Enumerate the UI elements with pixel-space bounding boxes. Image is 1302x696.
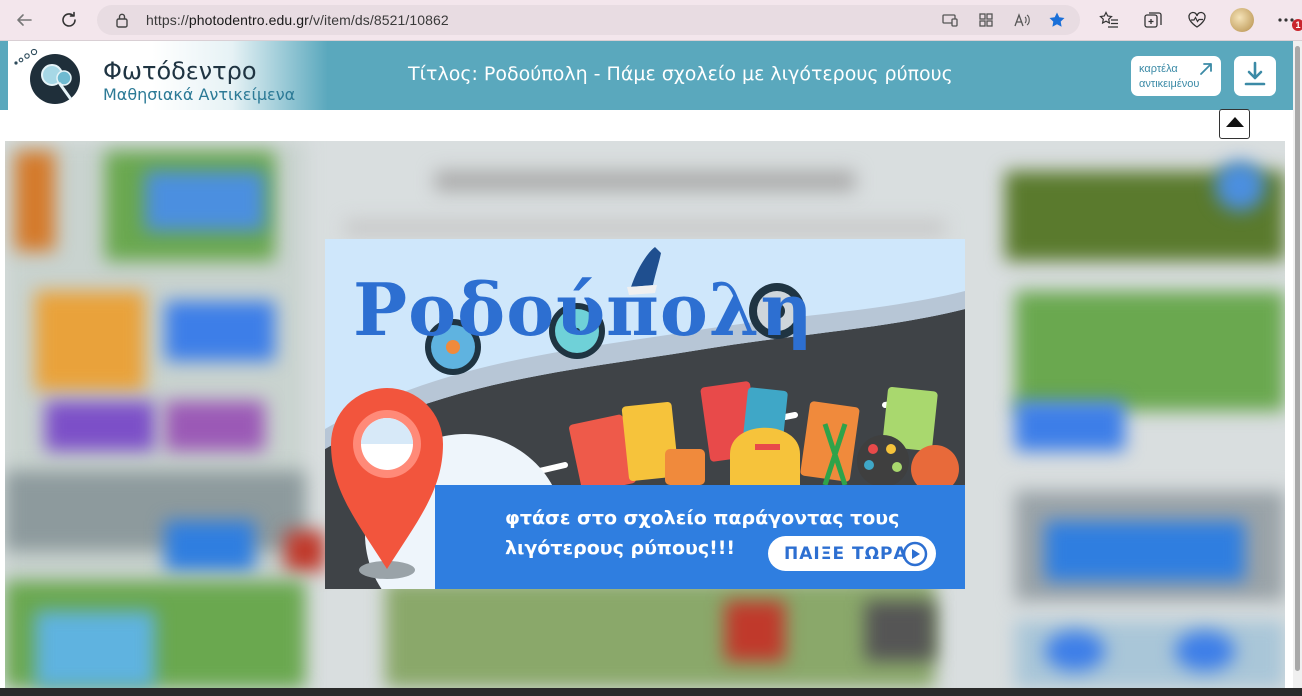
game-splash-card: Ροδούπολη φτάσε στο σχολείο παράγοντας τ… [325, 239, 965, 589]
browser-toolbar: https://photodentro.edu.gr/v/item/ds/852… [0, 0, 1302, 41]
logo-leaves-icon [14, 48, 38, 65]
favorites-list-icon[interactable] [1099, 10, 1119, 30]
taskbar-edge [0, 688, 1302, 696]
read-aloud-icon[interactable] [1013, 12, 1031, 28]
item-card-label-2: αντικειμένου [1139, 78, 1200, 90]
external-arrow-icon [1199, 62, 1213, 81]
play-now-label: ΠΑΙΞΕ ΤΩΡΑ [784, 544, 908, 564]
collapse-header-button[interactable] [1219, 109, 1250, 139]
site-logo[interactable]: Φωτόδεντρο Μαθησιακά Αντικείμενα [8, 41, 328, 110]
site-header: Φωτόδεντρο Μαθησιακά Αντικείμενα Τίτλος:… [0, 41, 1293, 110]
play-now-button[interactable]: ΠΑΙΞΕ ΤΩΡΑ [768, 536, 936, 571]
address-bar[interactable]: https://photodentro.edu.gr/v/item/ds/852… [97, 5, 1080, 35]
favorite-star-icon[interactable] [1048, 12, 1066, 28]
heart-pulse-icon[interactable] [1187, 10, 1207, 30]
item-card-label-1: καρτέλα [1139, 63, 1178, 75]
triangle-up-icon [1225, 115, 1245, 133]
game-title: Ροδούπολη [353, 267, 814, 352]
url-text[interactable]: https://photodentro.edu.gr/v/item/ds/852… [146, 12, 449, 28]
download-button[interactable] [1234, 56, 1276, 96]
lock-icon[interactable] [115, 12, 129, 33]
profile-avatar[interactable] [1230, 8, 1254, 32]
scrollbar-thumb[interactable] [1295, 46, 1300, 671]
page-title: Τίτλος: Ροδούπολη - Πάμε σχολείο με λιγό… [408, 63, 953, 85]
back-icon[interactable] [12, 8, 36, 32]
screen-cast-icon[interactable] [941, 12, 959, 28]
apps-grid-icon[interactable] [977, 12, 995, 28]
download-icon [1243, 60, 1267, 93]
logo-subtitle: Μαθησιακά Αντικείμενα [103, 85, 296, 104]
refresh-icon[interactable] [57, 8, 81, 32]
logo-title: Φωτόδεντρο [103, 57, 257, 85]
play-circle-icon [902, 541, 928, 572]
item-card-button[interactable]: καρτέλα αντικειμένου [1131, 56, 1221, 96]
collections-icon[interactable] [1143, 10, 1163, 30]
tagline-line-2: λιγότερους ρύπους!!! [505, 537, 736, 559]
tagline-line-1: φτάσε στο σχολείο παράγοντας τους [505, 507, 900, 529]
notification-badge: 1 [1292, 19, 1302, 31]
